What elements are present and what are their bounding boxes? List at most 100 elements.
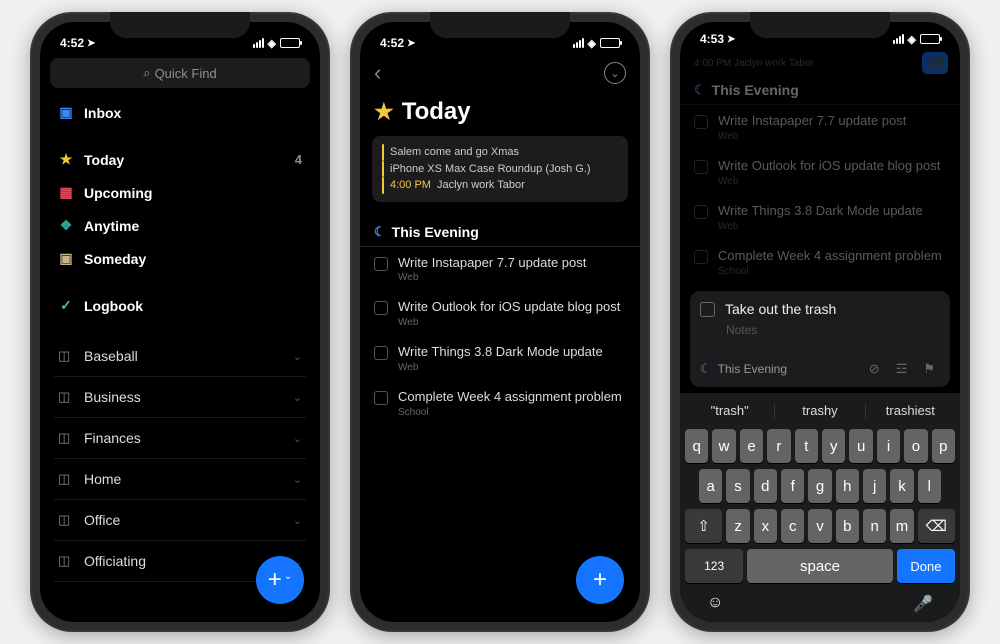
today-events-box[interactable]: Salem come and go XmasiPhone XS Max Case… (372, 136, 628, 202)
add-button[interactable]: + (576, 556, 624, 604)
signal-icon (253, 38, 264, 48)
key-c[interactable]: c (781, 509, 804, 543)
task-checkbox[interactable] (700, 302, 715, 317)
task-title-input[interactable]: Take out the trash (725, 301, 836, 317)
keyboard-suggestion[interactable]: trashy (775, 403, 865, 418)
task-row[interactable]: Complete Week 4 assignment problemSchool (360, 381, 640, 426)
key-h[interactable]: h (836, 469, 859, 503)
task-checkbox[interactable] (694, 115, 708, 129)
page-title: ★Today (360, 94, 640, 136)
sidebar-item-today[interactable]: ★Today4 (54, 143, 306, 176)
key-y[interactable]: y (822, 429, 845, 463)
event-text: Jaclyn work Tabor (734, 58, 814, 69)
key-m[interactable]: m (890, 509, 913, 543)
task-checkbox[interactable] (694, 205, 708, 219)
keyboard-suggestion[interactable]: "trash" (685, 403, 775, 418)
numbers-key[interactable]: 123 (685, 549, 743, 583)
key-e[interactable]: e (740, 429, 763, 463)
signal-icon (573, 38, 584, 48)
status-time: 4:52 (380, 36, 404, 50)
checklist-icon[interactable]: ☲ (891, 361, 913, 377)
keyboard-suggestion[interactable]: trashiest (866, 403, 955, 418)
emoji-key[interactable]: ☺ (707, 594, 723, 614)
location-icon: ➤ (727, 34, 735, 45)
section-this-evening: ☾This Evening (680, 76, 960, 105)
space-key[interactable]: space (747, 549, 893, 583)
key-f[interactable]: f (781, 469, 804, 503)
keyboard: "trash"trashytrashiest qwertyuiop asdfgh… (680, 393, 960, 622)
key-l[interactable]: l (918, 469, 941, 503)
task-row[interactable]: Write Instapaper 7.7 update postWeb (360, 247, 640, 292)
task-row[interactable]: Write Instapaper 7.7 update postWeb (680, 105, 960, 150)
star-icon: ★ (58, 151, 74, 168)
keyboard-toggle-button[interactable]: ⌨ (922, 52, 948, 74)
key-g[interactable]: g (808, 469, 831, 503)
search-icon: ⌕ (143, 65, 150, 81)
search-input[interactable]: ⌕ Quick Find (50, 58, 310, 88)
backspace-key[interactable]: ⌫ (918, 509, 955, 543)
task-checkbox[interactable] (374, 301, 388, 315)
tag-icon[interactable]: ⊘ (864, 361, 885, 377)
phone-2: 4:52➤ ◈ ‹ ⌄ ★Today Salem come and go Xma… (350, 12, 650, 632)
key-v[interactable]: v (808, 509, 831, 543)
phone-3: 4:53➤ ◈ 4:00 PM Jaclyn work Tabor ⌨ ☾Thi… (670, 12, 970, 632)
task-row[interactable]: Write Outlook for iOS update blog postWe… (680, 150, 960, 195)
dictation-key[interactable]: 🎤 (913, 594, 933, 614)
key-n[interactable]: n (863, 509, 886, 543)
key-p[interactable]: p (932, 429, 955, 463)
task-checkbox[interactable] (694, 160, 708, 174)
key-j[interactable]: j (863, 469, 886, 503)
key-x[interactable]: x (754, 509, 777, 543)
key-w[interactable]: w (712, 429, 735, 463)
key-a[interactable]: a (699, 469, 722, 503)
key-q[interactable]: q (685, 429, 708, 463)
status-time: 4:52 (60, 36, 84, 50)
sidebar-item-upcoming[interactable]: ▦Upcoming (54, 176, 306, 209)
key-i[interactable]: i (877, 429, 900, 463)
area-item[interactable]: ◫Baseball⌄ (54, 336, 306, 377)
key-k[interactable]: k (890, 469, 913, 503)
key-d[interactable]: d (754, 469, 777, 503)
battery-icon (280, 38, 300, 48)
new-task-card[interactable]: Take out the trash Notes ☾ This Evening … (690, 291, 950, 387)
done-key[interactable]: Done (897, 549, 955, 583)
key-s[interactable]: s (726, 469, 749, 503)
task-checkbox[interactable] (374, 391, 388, 405)
flag-icon[interactable]: ⚑ (918, 361, 940, 377)
task-when-label[interactable]: This Evening (718, 362, 787, 376)
shift-key[interactable]: ⇧ (685, 509, 722, 543)
key-o[interactable]: o (904, 429, 927, 463)
notes-input[interactable]: Notes (700, 323, 940, 355)
logbook-icon: ✓ (58, 297, 74, 314)
add-button[interactable]: +⌄ (256, 556, 304, 604)
task-checkbox[interactable] (694, 250, 708, 264)
key-u[interactable]: u (849, 429, 872, 463)
key-z[interactable]: z (726, 509, 749, 543)
task-checkbox[interactable] (374, 257, 388, 271)
area-item[interactable]: ◫Office⌄ (54, 500, 306, 541)
status-time: 4:53 (700, 32, 724, 46)
key-b[interactable]: b (836, 509, 859, 543)
battery-icon (600, 38, 620, 48)
sidebar-item-inbox[interactable]: ▣Inbox (54, 96, 306, 129)
task-checkbox[interactable] (374, 346, 388, 360)
area-item[interactable]: ◫Finances⌄ (54, 418, 306, 459)
task-row[interactable]: Write Things 3.8 Dark Mode updateWeb (680, 195, 960, 240)
signal-icon (893, 34, 904, 44)
sidebar-item-anytime[interactable]: ❖Anytime (54, 209, 306, 242)
sidebar-item-someday[interactable]: ▣Someday (54, 242, 306, 275)
moon-icon: ☾ (700, 361, 712, 377)
area-item[interactable]: ◫Home⌄ (54, 459, 306, 500)
key-r[interactable]: r (767, 429, 790, 463)
cube-icon: ◫ (58, 471, 74, 487)
key-t[interactable]: t (795, 429, 818, 463)
more-button[interactable]: ⌄ (604, 62, 626, 84)
area-item[interactable]: ◫Business⌄ (54, 377, 306, 418)
chevron-down-icon: ⌄ (293, 473, 302, 486)
task-row[interactable]: Complete Week 4 assignment problemSchool (680, 240, 960, 285)
task-row[interactable]: Write Outlook for iOS update blog postWe… (360, 291, 640, 336)
chevron-down-icon: ⌄ (293, 432, 302, 445)
task-row[interactable]: Write Things 3.8 Dark Mode updateWeb (360, 336, 640, 381)
sidebar-item-logbook[interactable]: ✓Logbook (54, 289, 306, 322)
back-button[interactable]: ‹ (374, 60, 381, 86)
